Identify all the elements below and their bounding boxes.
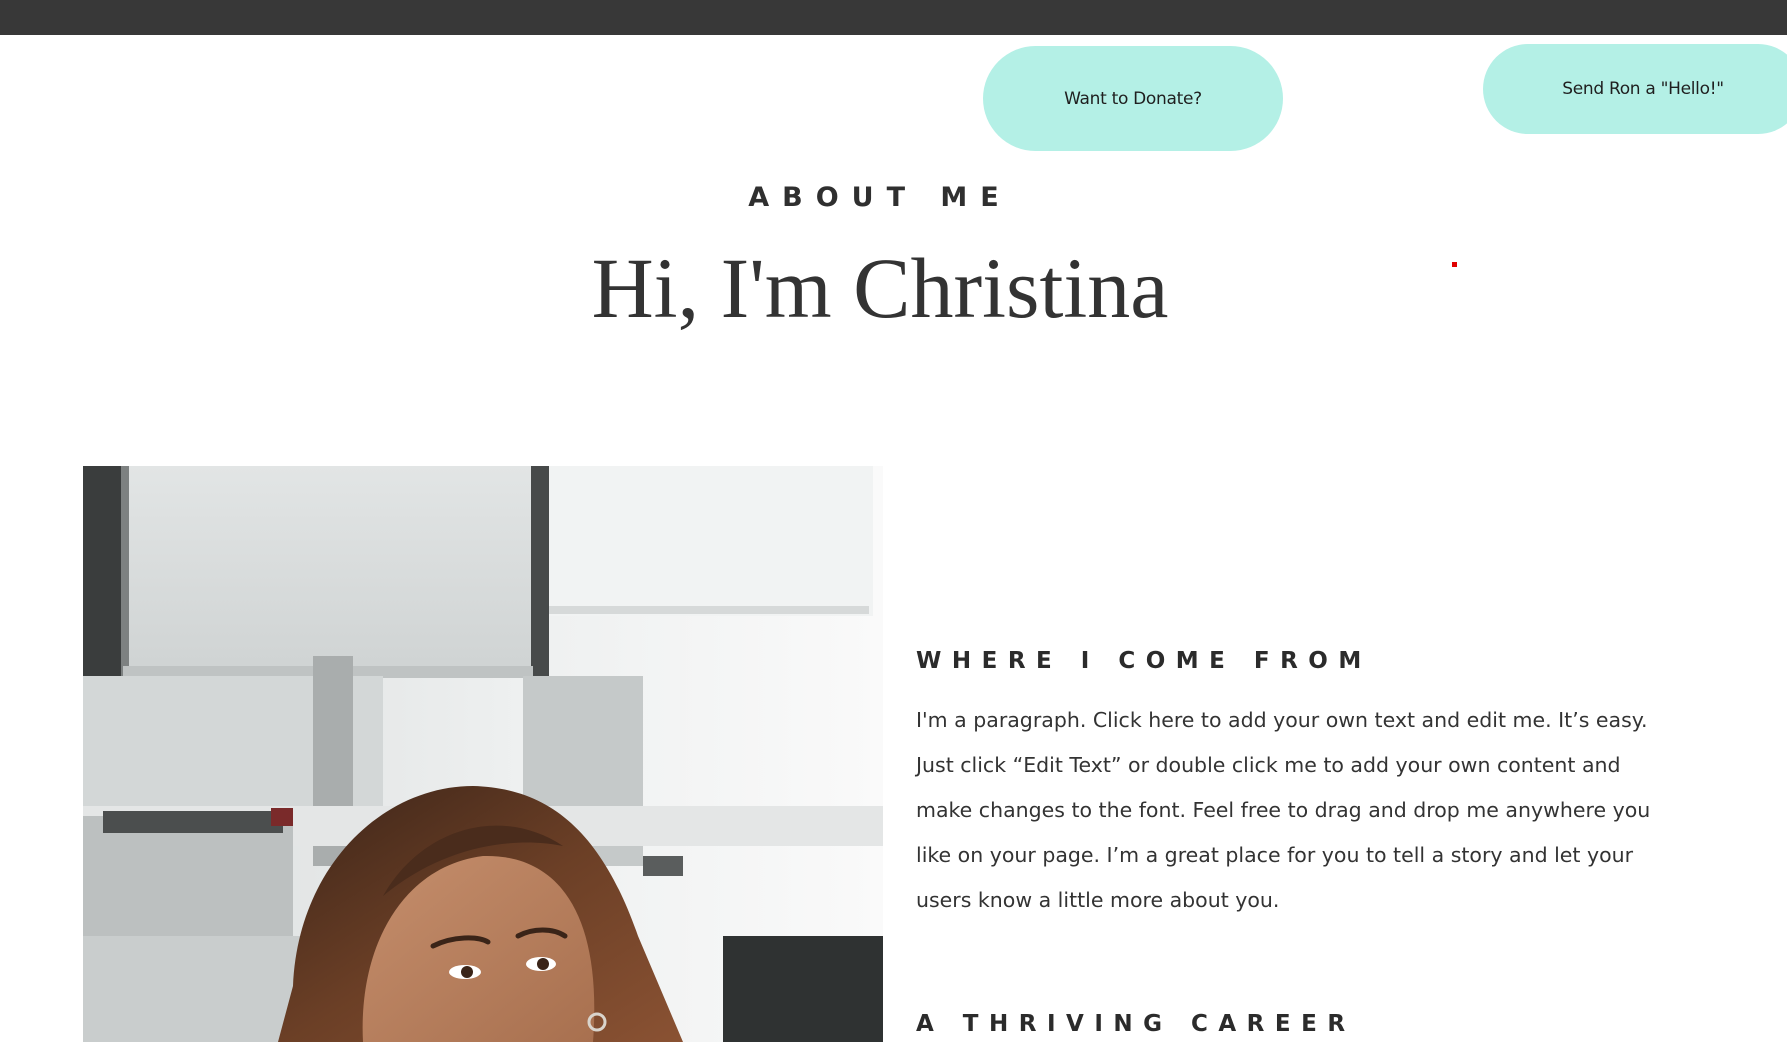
donate-button[interactable]: Want to Donate? <box>983 46 1283 151</box>
portrait-photo-illustration <box>83 466 883 1042</box>
red-marker <box>1452 262 1457 267</box>
portrait-photo <box>83 466 883 1042</box>
page: Want to Donate? Send Ron a "Hello!" ABOU… <box>0 0 1787 1042</box>
top-bar <box>0 0 1787 35</box>
about-me-eyebrow: ABOUT ME <box>748 182 1012 213</box>
section-title-a-thriving-career: A THRIVING CAREER <box>916 1011 1356 1037</box>
send-hello-button[interactable]: Send Ron a "Hello!" <box>1483 44 1787 134</box>
page-title: Hi, I'm Christina <box>591 240 1169 336</box>
section-title-where-i-come-from: WHERE I COME FROM <box>916 648 1372 674</box>
section-body-paragraph[interactable]: I'm a paragraph. Click here to add your … <box>916 698 1666 923</box>
